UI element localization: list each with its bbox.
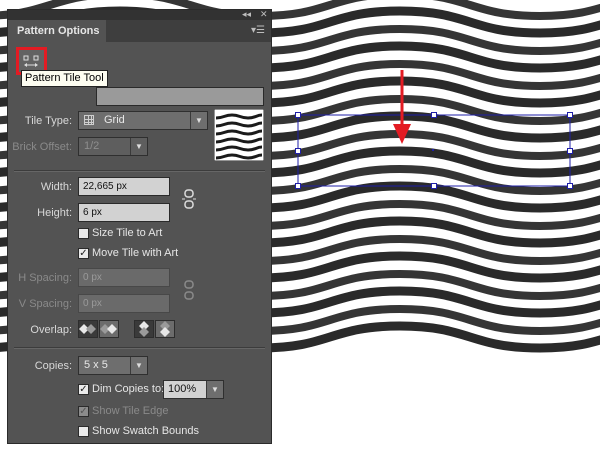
show-tile-edge-label: Show Tile Edge xyxy=(92,405,169,417)
pattern-tile-tool-icon xyxy=(23,55,39,67)
divider xyxy=(14,170,265,172)
dim-copies-select[interactable]: 100% ▼ xyxy=(163,380,224,399)
show-swatch-bounds-label: Show Swatch Bounds xyxy=(92,425,200,437)
tile-type-value: Grid xyxy=(104,114,125,126)
v-spacing-field: 0 px xyxy=(78,294,170,313)
width-field[interactable]: 22,665 px xyxy=(78,177,170,196)
overlap-right-in-front-button[interactable] xyxy=(99,320,119,338)
overlap-top-in-front-button[interactable] xyxy=(134,320,154,338)
overlap-label: Overlap: xyxy=(30,324,72,336)
brick-offset-label: Brick Offset: xyxy=(12,141,72,153)
copies-value: 5 x 5 xyxy=(84,359,108,371)
overlap-top-icon xyxy=(139,321,149,337)
v-spacing-label: V Spacing: xyxy=(18,298,72,310)
grid-icon xyxy=(84,115,94,125)
brick-offset-value: 1/2 xyxy=(84,140,100,152)
panel-title-bar: Pattern Options ▾☰ xyxy=(8,20,271,42)
panel-menu-icon[interactable]: ▾☰ xyxy=(251,25,265,37)
move-tile-with-art-label: Move Tile with Art xyxy=(92,247,179,259)
copies-select[interactable]: 5 x 5 ▼ xyxy=(78,356,148,375)
dim-copies-checkbox[interactable]: ✓ xyxy=(78,384,89,395)
h-spacing-label: H Spacing: xyxy=(18,272,72,284)
tile-type-select[interactable]: Grid ▼ xyxy=(78,111,208,130)
show-tile-edge-checkbox: ✓ xyxy=(78,406,89,417)
chevron-down-icon: ▼ xyxy=(130,357,147,374)
tile-type-label: Tile Type: xyxy=(24,115,72,127)
height-field[interactable]: 6 px xyxy=(78,203,170,222)
pattern-tile-preview xyxy=(214,109,264,161)
overlap-left-icon xyxy=(79,324,96,334)
pattern-name-field[interactable] xyxy=(96,87,264,106)
panel-top-strip: ◂◂ ✕ xyxy=(8,9,271,20)
overlap-right-icon xyxy=(100,324,117,334)
overlap-left-in-front-button[interactable] xyxy=(78,320,98,338)
chevron-down-icon: ▼ xyxy=(130,138,147,155)
size-tile-to-art-label: Size Tile to Art xyxy=(92,227,163,239)
width-label: Width: xyxy=(40,181,72,193)
panel-title[interactable]: Pattern Options xyxy=(8,20,106,42)
h-spacing-field: 0 px xyxy=(78,268,170,287)
chain-link-icon[interactable] xyxy=(182,189,196,209)
size-tile-to-art-checkbox[interactable] xyxy=(78,228,89,239)
overlap-bottom-in-front-button[interactable] xyxy=(155,320,175,338)
dim-copies-value: 100% xyxy=(168,383,197,395)
overlap-bottom-icon xyxy=(160,321,170,337)
chevron-down-icon: ▼ xyxy=(190,112,207,129)
chevron-down-icon: ▼ xyxy=(206,381,223,398)
dim-copies-label: Dim Copies to: xyxy=(92,383,165,395)
chain-link-icon xyxy=(184,280,194,300)
copies-label: Copies: xyxy=(34,360,72,372)
tooltip: Pattern Tile Tool xyxy=(21,70,108,87)
brick-offset-select: 1/2 ▼ xyxy=(78,137,148,156)
collapse-icon[interactable]: ◂◂ xyxy=(242,9,251,19)
height-label: Height: xyxy=(37,207,72,219)
show-swatch-bounds-checkbox[interactable] xyxy=(78,426,89,437)
divider xyxy=(14,347,265,349)
move-tile-with-art-checkbox[interactable]: ✓ xyxy=(78,248,89,259)
close-icon[interactable]: ✕ xyxy=(260,9,268,19)
